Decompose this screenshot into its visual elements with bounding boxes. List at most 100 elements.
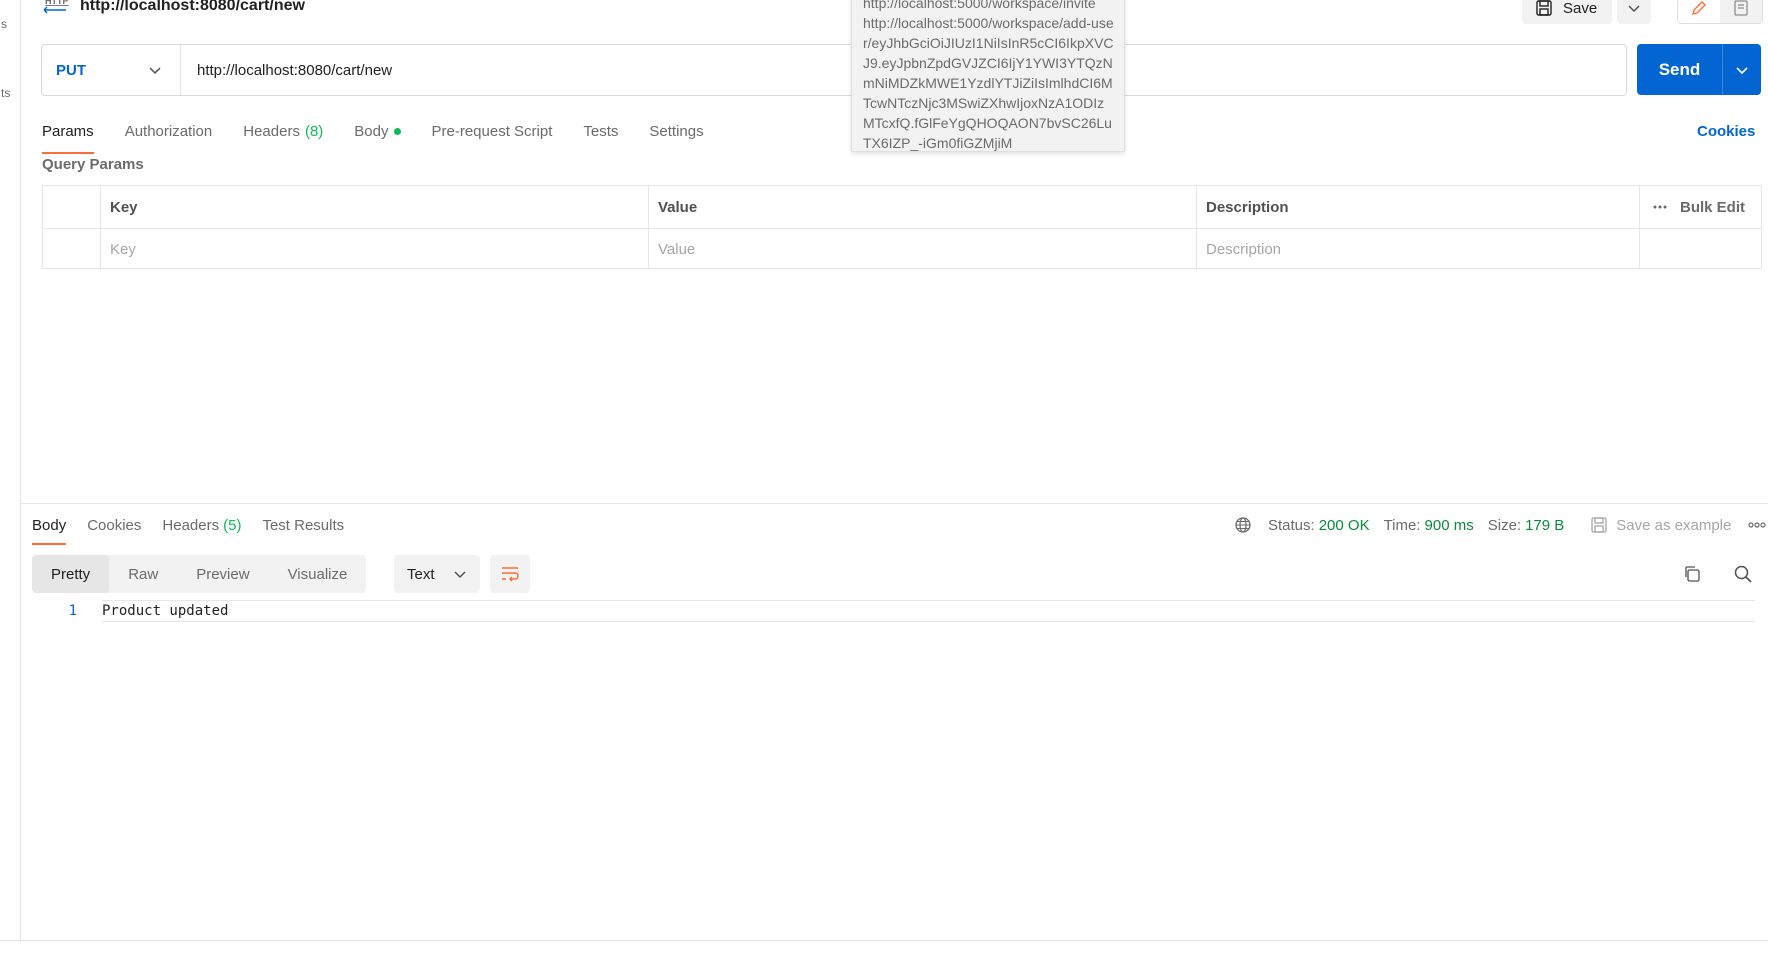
response-headers-count: (5) xyxy=(223,516,242,534)
sidebar-clipped-text-1: s xyxy=(1,17,7,31)
send-dropdown-button[interactable] xyxy=(1723,44,1761,95)
size-label: Size: xyxy=(1487,516,1522,534)
response-tab-headers-label: Headers xyxy=(162,516,220,534)
chevron-down-icon xyxy=(148,63,162,77)
tab-body[interactable]: Body xyxy=(354,116,401,146)
time-item[interactable]: Time: 900 ms xyxy=(1384,517,1474,534)
send-button[interactable]: Send xyxy=(1637,44,1723,95)
tab-pre-request-label: Pre-request Script xyxy=(431,122,553,140)
left-sidebar-strip: s ts xyxy=(0,0,21,940)
empty-action-cell xyxy=(1640,229,1761,269)
value-column-header: Value xyxy=(649,186,1197,228)
chevron-down-icon xyxy=(1735,63,1749,77)
edit-mode-button[interactable] xyxy=(1678,0,1720,23)
format-select-value: Text xyxy=(407,565,435,583)
view-toggle-group xyxy=(1677,0,1763,24)
tab-params-label: Params xyxy=(42,122,94,140)
tooltip-text: http://localhost:5000/workspace/add-user… xyxy=(863,15,1114,151)
sidebar-clipped-text-2: ts xyxy=(1,86,11,100)
time-label: Time: xyxy=(1383,516,1421,534)
chevron-down-icon xyxy=(1627,1,1641,15)
save-label: Save xyxy=(1563,0,1598,17)
tab-tests[interactable]: Tests xyxy=(583,116,618,146)
headers-count: (8) xyxy=(304,122,324,140)
save-as-example-button[interactable]: Save as example xyxy=(1590,516,1731,534)
table-row: Key Value Description xyxy=(43,228,1761,269)
view-preview[interactable]: Preview xyxy=(177,555,268,593)
http-icon: HTTP xyxy=(40,0,70,17)
time-value: 900 ms xyxy=(1424,516,1474,534)
response-tab-body-label: Body xyxy=(32,516,67,534)
response-tab-test-results-label: Test Results xyxy=(262,516,345,534)
query-params-table: Key Value Description Bulk Edit Key Valu… xyxy=(42,185,1762,269)
request-title-bar: HTTP http://localhost:8080/cart/new xyxy=(40,0,305,17)
pane-divider[interactable] xyxy=(21,503,1768,504)
chevron-down-icon xyxy=(453,567,467,581)
description-input[interactable]: Description xyxy=(1197,229,1640,269)
tab-settings[interactable]: Settings xyxy=(649,116,703,146)
size-value: 179 B xyxy=(1525,516,1565,534)
view-pretty[interactable]: Pretty xyxy=(32,555,110,593)
save-as-example-label: Save as example xyxy=(1616,516,1732,534)
tab-tests-label: Tests xyxy=(583,122,619,140)
bulk-edit-cell: Bulk Edit xyxy=(1640,186,1761,228)
description-column-header: Description xyxy=(1197,186,1640,228)
bulk-edit-button[interactable]: Bulk Edit xyxy=(1680,199,1745,216)
response-meta: Status: 200 OK Time: 900 ms Size: 179 B … xyxy=(1234,512,1731,538)
svg-text:HTTP: HTTP xyxy=(45,0,69,6)
method-label: PUT xyxy=(56,61,86,79)
request-title[interactable]: http://localhost:8080/cart/new xyxy=(80,0,305,15)
more-options-icon[interactable] xyxy=(1652,199,1668,215)
size-item[interactable]: Size: 179 B xyxy=(1488,517,1565,534)
response-tab-body[interactable]: Body xyxy=(32,512,67,545)
value-input[interactable]: Value xyxy=(649,229,1197,269)
method-select[interactable]: PUT xyxy=(42,45,181,95)
documentation-button[interactable] xyxy=(1720,0,1762,23)
request-tabs: Params Authorization Headers (8) Body Pr… xyxy=(42,116,704,154)
body-indicator-dot xyxy=(393,127,401,135)
globe-icon[interactable] xyxy=(1234,516,1252,534)
tab-headers-label: Headers xyxy=(243,122,300,140)
view-visualize[interactable]: Visualize xyxy=(269,555,367,593)
code-line-text: Product updated xyxy=(102,600,1755,622)
url-tooltip: http://localhost:5000/workspace/invite h… xyxy=(851,0,1125,152)
save-icon xyxy=(1590,516,1608,534)
save-dropdown-button[interactable] xyxy=(1617,0,1651,24)
document-icon xyxy=(1732,0,1750,17)
response-tab-headers[interactable]: Headers (5) xyxy=(162,512,241,538)
key-input[interactable]: Key xyxy=(101,229,649,269)
view-raw[interactable]: Raw xyxy=(109,555,177,593)
tab-body-label: Body xyxy=(354,122,389,140)
tab-params[interactable]: Params xyxy=(42,116,94,154)
response-more-options-icon[interactable] xyxy=(1748,512,1766,538)
tab-pre-request-script[interactable]: Pre-request Script xyxy=(432,116,553,146)
search-response-button[interactable] xyxy=(1731,562,1755,586)
tab-headers[interactable]: Headers (8) xyxy=(243,116,323,146)
tab-authorization[interactable]: Authorization xyxy=(125,116,213,146)
line-number: 1 xyxy=(68,603,77,619)
save-icon xyxy=(1535,0,1553,17)
status-item[interactable]: Status: 200 OK xyxy=(1268,517,1370,534)
response-tab-test-results[interactable]: Test Results xyxy=(262,512,344,538)
format-select[interactable]: Text xyxy=(394,555,480,593)
tooltip-clipped-line: http://localhost:5000/workspace/invite xyxy=(863,0,1096,11)
row-checkbox-cell xyxy=(43,229,101,269)
view-mode-selector: Pretty Raw Preview Visualize xyxy=(32,555,367,593)
send-button-group: Send xyxy=(1637,44,1761,95)
response-tab-cookies[interactable]: Cookies xyxy=(87,512,141,538)
copy-response-button[interactable] xyxy=(1680,562,1704,586)
wrap-lines-button[interactable] xyxy=(490,555,530,593)
cookies-link[interactable]: Cookies xyxy=(1697,116,1755,146)
copy-icon xyxy=(1682,564,1702,584)
key-column-header: Key xyxy=(101,186,649,228)
search-icon xyxy=(1733,564,1753,584)
checkbox-column-header xyxy=(43,186,101,228)
query-params-heading: Query Params xyxy=(42,156,144,173)
response-tabs: Body Cookies Headers (5) Test Results xyxy=(32,512,344,545)
response-body-editor[interactable]: 1 Product updated xyxy=(21,600,1768,940)
response-tab-cookies-label: Cookies xyxy=(87,516,142,534)
pencil-icon xyxy=(1690,0,1708,17)
tab-authorization-label: Authorization xyxy=(124,122,213,140)
save-button[interactable]: Save xyxy=(1522,0,1612,24)
wrap-lines-icon xyxy=(500,565,520,583)
